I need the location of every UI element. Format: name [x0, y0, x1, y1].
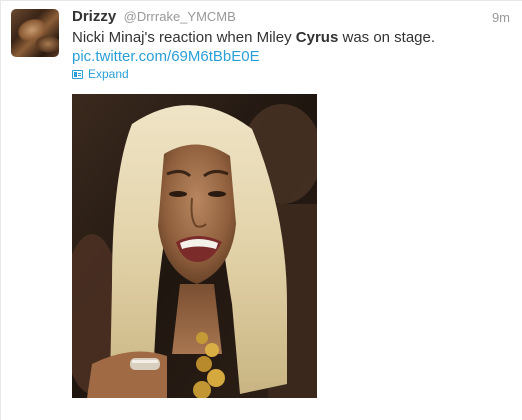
- photo-card-icon: [72, 69, 83, 79]
- timestamp[interactable]: 9m: [492, 10, 510, 25]
- tweet-text: Nicki Minaj's reaction when Miley Cyrus …: [72, 28, 492, 66]
- tweet-header: Drizzy @Drrrake_YMCMB: [72, 8, 236, 26]
- expand-label: Expand: [88, 67, 129, 81]
- tweet-text-part: was on stage.: [338, 29, 436, 46]
- tweet-text-part: Nicki Minaj's reaction when Miley: [72, 29, 296, 46]
- expand-button[interactable]: Expand: [72, 67, 129, 81]
- avatar-image-detail: [35, 35, 59, 53]
- tweet-text-highlight: Cyrus: [295, 29, 339, 46]
- tweet-photo[interactable]: [72, 94, 317, 398]
- avatar[interactable]: [11, 9, 59, 57]
- user-handle[interactable]: @Drrrake_YMCMB: [124, 9, 236, 24]
- tweet-card[interactable]: Drizzy @Drrrake_YMCMB 9m Nicki Minaj's r…: [0, 0, 522, 420]
- display-name[interactable]: Drizzy: [72, 8, 116, 25]
- media-link[interactable]: pic.twitter.com/69M6tBbE0E: [72, 47, 492, 66]
- photo-illustration: [72, 94, 317, 398]
